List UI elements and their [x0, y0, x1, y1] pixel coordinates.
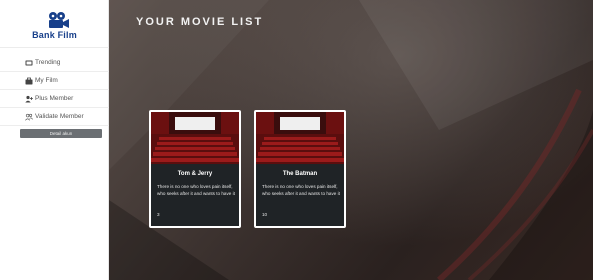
- tv-icon: [25, 60, 33, 66]
- brand-name: Bank Film: [32, 30, 77, 40]
- sidebar: Bank Film Trending My Film Plus Member V…: [0, 0, 109, 280]
- page-title: YOUR MOVIE LIST: [136, 16, 264, 28]
- sidebar-item-label: Plus Member: [35, 95, 74, 102]
- sidebar-item-plus-member[interactable]: Plus Member: [0, 90, 109, 108]
- sidebar-item-label: My Film: [35, 77, 58, 84]
- movie-description: There is no one who loves pain itself, w…: [157, 184, 235, 196]
- brand[interactable]: Bank Film: [0, 0, 109, 48]
- movie-count: 10: [262, 212, 268, 217]
- sidebar-item-label: Trending: [35, 59, 61, 66]
- film-camera-icon: [49, 12, 69, 28]
- movie-title: Tom & Jerry: [177, 171, 213, 177]
- movie-card[interactable]: Tom & Jerry There is no one who loves pa…: [149, 110, 241, 228]
- briefcase-icon: [25, 77, 33, 85]
- users-icon: [25, 113, 33, 121]
- sidebar-item-validate-member[interactable]: Validate Member: [0, 108, 109, 126]
- cinema-hall-image: [151, 112, 239, 164]
- movie-card[interactable]: The Batman There is no one who loves pai…: [254, 110, 346, 228]
- movie-title: The Batman: [282, 171, 318, 177]
- sidebar-item-my-film[interactable]: My Film: [0, 72, 109, 90]
- add-user-icon: [25, 95, 33, 103]
- cinema-hall-image: [256, 112, 344, 164]
- detail-account-button[interactable]: Detail akun: [20, 129, 102, 138]
- movie-description: There is no one who loves pain itself, w…: [262, 184, 340, 196]
- main-content: YOUR MOVIE LIST Tom & Jerry There is no …: [109, 0, 593, 280]
- movie-count: 3: [157, 212, 160, 217]
- sidebar-item-trending[interactable]: Trending: [0, 54, 109, 72]
- sidebar-item-label: Validate Member: [35, 113, 84, 120]
